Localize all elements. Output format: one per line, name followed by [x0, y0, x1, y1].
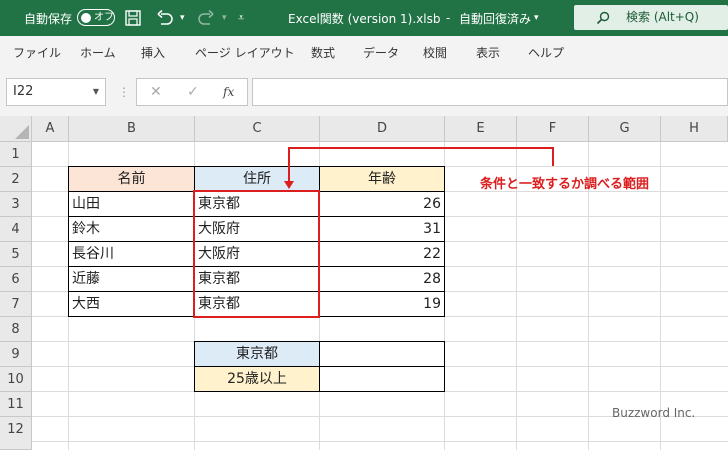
- range-highlight: [193, 147, 554, 318]
- watermark: Buzzword Inc.: [612, 406, 696, 420]
- callout-label: 条件と一致するか調べる範囲: [480, 177, 650, 192]
